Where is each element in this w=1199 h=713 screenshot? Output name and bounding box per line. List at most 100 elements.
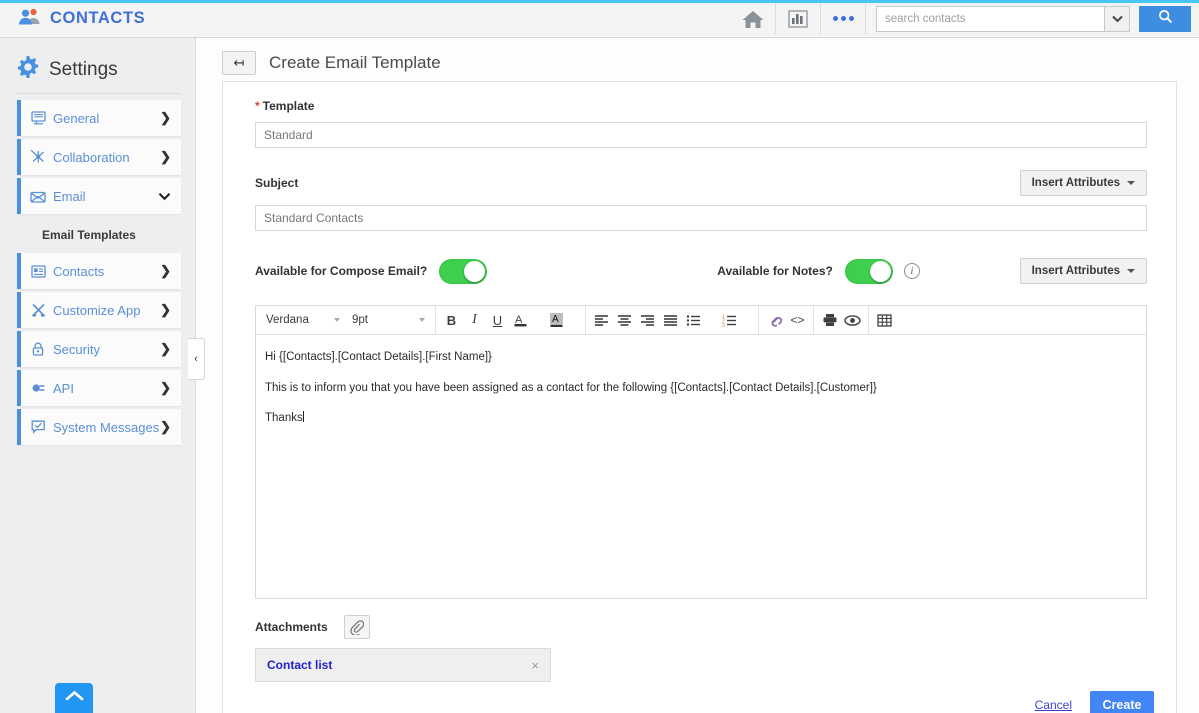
top-bar: CONTACTS bbox=[0, 0, 1199, 38]
attachments-label: Attachments bbox=[255, 620, 328, 634]
search-area bbox=[866, 0, 1199, 38]
info-icon[interactable]: i bbox=[903, 263, 920, 279]
source-code-icon[interactable]: <> bbox=[786, 309, 809, 332]
settings-title: Settings bbox=[49, 58, 118, 80]
contacts-people-icon bbox=[19, 7, 41, 30]
page-title: Create Email Template bbox=[269, 53, 441, 72]
search-button[interactable] bbox=[1139, 5, 1191, 32]
paperclip-icon[interactable] bbox=[343, 615, 370, 639]
sidebar-item-api[interactable]: API ❯ bbox=[17, 370, 181, 406]
topbar-accent-stripe bbox=[0, 0, 1199, 3]
font-size-select[interactable]: 9pt bbox=[346, 309, 431, 331]
link-icon[interactable] bbox=[763, 309, 786, 332]
sidebar-item-label: API bbox=[53, 380, 74, 396]
template-label: * Template bbox=[255, 99, 315, 113]
caret-down-icon bbox=[334, 318, 340, 322]
highlight-color-dropdown-icon[interactable] bbox=[568, 309, 581, 332]
alignment-group: 1 2 3 bbox=[586, 306, 759, 334]
sidebar-item-collaboration[interactable]: Collaboration ❯ bbox=[17, 139, 181, 175]
subject-input[interactable] bbox=[255, 205, 1147, 231]
tools-icon bbox=[23, 303, 53, 317]
sidebar-item-label: Email bbox=[53, 188, 86, 204]
envelope-icon bbox=[23, 190, 53, 203]
sidebar-item-label: System Messages bbox=[53, 419, 160, 435]
template-field-group: * Template bbox=[255, 99, 1147, 148]
back-button[interactable]: ↤ bbox=[222, 51, 256, 75]
text-cursor bbox=[302, 411, 304, 423]
print-icon[interactable] bbox=[818, 309, 841, 332]
create-button[interactable]: Create bbox=[1090, 691, 1154, 713]
plug-icon bbox=[23, 381, 53, 395]
chevron-right-icon: ❯ bbox=[160, 341, 171, 356]
contact-card-icon bbox=[23, 264, 53, 278]
editor-body[interactable]: Hi {[Contacts].[Contact Details].[First … bbox=[256, 335, 1146, 598]
main-content: ↤ Create Email Template *Template Subjec… bbox=[196, 38, 1199, 713]
sidebar: Settings General ❯ Collaboration ❯ Email… bbox=[0, 38, 196, 713]
subject-field-group: Subject Insert Attributes bbox=[255, 170, 1147, 231]
align-left-icon[interactable] bbox=[590, 309, 613, 332]
attachment-name[interactable]: Contact list bbox=[267, 658, 332, 672]
chevron-right-icon: ❯ bbox=[160, 263, 171, 278]
chevron-up-icon bbox=[65, 689, 84, 707]
font-controls-group: Verdana 9pt bbox=[256, 306, 436, 334]
more-dots-icon[interactable] bbox=[821, 0, 865, 38]
font-family-select[interactable]: Verdana bbox=[260, 309, 346, 331]
preview-icon[interactable] bbox=[841, 309, 864, 332]
search-input[interactable] bbox=[876, 5, 1104, 32]
sidebar-item-general[interactable]: General ❯ bbox=[17, 100, 181, 136]
lock-icon bbox=[23, 342, 53, 356]
insert-attributes-body-button[interactable]: Insert Attributes bbox=[1019, 258, 1147, 284]
rich-text-editor: Verdana 9pt B I U A A 1 2 3 <> Hi {[Cont… bbox=[255, 305, 1147, 599]
brand-name: CONTACTS bbox=[50, 9, 146, 27]
text-color-dropdown-icon[interactable] bbox=[532, 309, 545, 332]
editor-line: This is to inform you that you have been… bbox=[265, 381, 877, 394]
sidebar-collapse-handle[interactable]: ‹ bbox=[188, 338, 205, 380]
table-icon[interactable] bbox=[873, 309, 896, 332]
sidebar-item-label: Security bbox=[53, 341, 100, 357]
scroll-to-top-button[interactable] bbox=[55, 683, 93, 713]
numbered-list-icon[interactable]: 1 2 3 bbox=[718, 309, 741, 332]
underline-icon[interactable]: U bbox=[486, 309, 509, 332]
subject-label: Subject bbox=[255, 176, 299, 190]
editor-line: Hi {[Contacts].[Contact Details].[First … bbox=[265, 351, 492, 363]
editor-line-with-caret: Thanks bbox=[265, 411, 304, 425]
align-center-icon[interactable] bbox=[613, 309, 636, 332]
chart-icon[interactable] bbox=[776, 0, 820, 38]
cancel-button[interactable]: Cancel bbox=[1035, 698, 1072, 712]
attachments-row: Attachments bbox=[255, 615, 1147, 639]
notes-toggle[interactable] bbox=[844, 258, 893, 284]
page-header: ↤ Create Email Template bbox=[196, 38, 1199, 75]
highlight-color-icon[interactable]: A bbox=[545, 309, 568, 332]
message-icon bbox=[23, 420, 53, 434]
output-group bbox=[814, 306, 869, 334]
align-right-icon[interactable] bbox=[636, 309, 659, 332]
form-actions: Cancel Create bbox=[1035, 691, 1154, 713]
table-dropdown-icon[interactable] bbox=[896, 309, 909, 332]
sidebar-item-email[interactable]: Email bbox=[17, 178, 181, 214]
sidebar-item-security[interactable]: Security ❯ bbox=[17, 331, 181, 367]
insert-attributes-subject-button[interactable]: Insert Attributes bbox=[1019, 170, 1147, 196]
bullet-list-icon[interactable] bbox=[682, 309, 705, 332]
attachment-item[interactable]: Contact list × bbox=[255, 648, 551, 682]
text-color-icon[interactable]: A bbox=[509, 309, 532, 332]
svg-text:A: A bbox=[552, 314, 559, 325]
sidebar-item-label: General bbox=[53, 110, 100, 126]
remove-attachment-icon[interactable]: × bbox=[531, 658, 539, 673]
caret-down-icon bbox=[1127, 269, 1135, 273]
sidebar-item-contacts[interactable]: Contacts ❯ bbox=[17, 253, 181, 289]
home-icon[interactable] bbox=[731, 0, 775, 38]
brand-logo[interactable]: CONTACTS bbox=[0, 0, 145, 37]
template-input[interactable] bbox=[255, 122, 1147, 148]
bold-icon[interactable]: B bbox=[440, 309, 463, 332]
sidebar-item-system-messages[interactable]: System Messages ❯ bbox=[17, 409, 181, 445]
italic-icon[interactable]: I bbox=[463, 309, 486, 332]
numbered-list-dropdown-icon[interactable] bbox=[741, 309, 754, 332]
align-justify-icon[interactable] bbox=[659, 309, 682, 332]
settings-header: Settings bbox=[0, 38, 195, 93]
required-asterisk: * bbox=[255, 99, 260, 113]
sidebar-item-customize-app[interactable]: Customize App ❯ bbox=[17, 292, 181, 328]
search-scope-dropdown[interactable] bbox=[1104, 5, 1130, 32]
form-card: *Template Subject Insert Attributes Avai… bbox=[222, 81, 1177, 713]
compose-email-toggle[interactable] bbox=[439, 258, 488, 284]
bullet-list-dropdown-icon[interactable] bbox=[705, 309, 718, 332]
